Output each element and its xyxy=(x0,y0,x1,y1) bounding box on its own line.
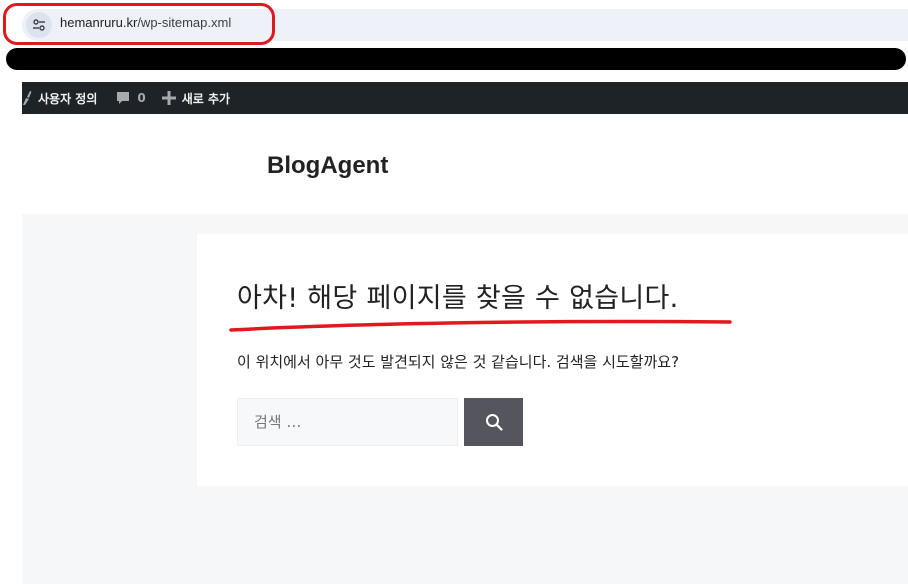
new-label: 새로 추가 xyxy=(181,91,231,106)
wp-admin-bar: 사용자 정의 0 새로 추가 xyxy=(22,82,908,114)
redaction-bar xyxy=(6,48,906,70)
url-path: /wp-sitemap.xml xyxy=(137,15,232,30)
brush-icon xyxy=(23,91,32,105)
comments-count: 0 xyxy=(137,91,146,105)
search-form xyxy=(237,398,523,446)
site-header: BlogAgent xyxy=(22,114,908,214)
site-title[interactable]: BlogAgent xyxy=(267,152,388,180)
browser-toolbar: hemanruru.kr/wp-sitemap.xml xyxy=(0,0,908,48)
url-host: hemanruru.kr xyxy=(60,15,138,30)
not-found-message: 이 위치에서 아무 것도 발견되지 않은 것 같습니다. 검색을 시도할까요? xyxy=(237,353,680,371)
plus-icon xyxy=(161,91,176,105)
search-input[interactable] xyxy=(237,398,458,446)
admin-bar-comments[interactable]: 0 xyxy=(109,82,151,114)
admin-bar-new[interactable]: 새로 추가 xyxy=(156,82,236,114)
url-text[interactable]: hemanruru.kr/wp-sitemap.xml xyxy=(60,15,231,30)
search-icon xyxy=(485,414,503,431)
customize-label: 사용자 정의 xyxy=(38,91,98,106)
site-info-button[interactable] xyxy=(26,12,52,38)
tune-icon xyxy=(33,19,45,31)
search-button[interactable] xyxy=(464,398,523,446)
admin-bar-customize[interactable]: 사용자 정의 xyxy=(22,82,103,114)
comment-icon xyxy=(117,92,130,104)
page-title: 아차! 해당 페이지를 찾을 수 없습니다. xyxy=(237,283,679,314)
